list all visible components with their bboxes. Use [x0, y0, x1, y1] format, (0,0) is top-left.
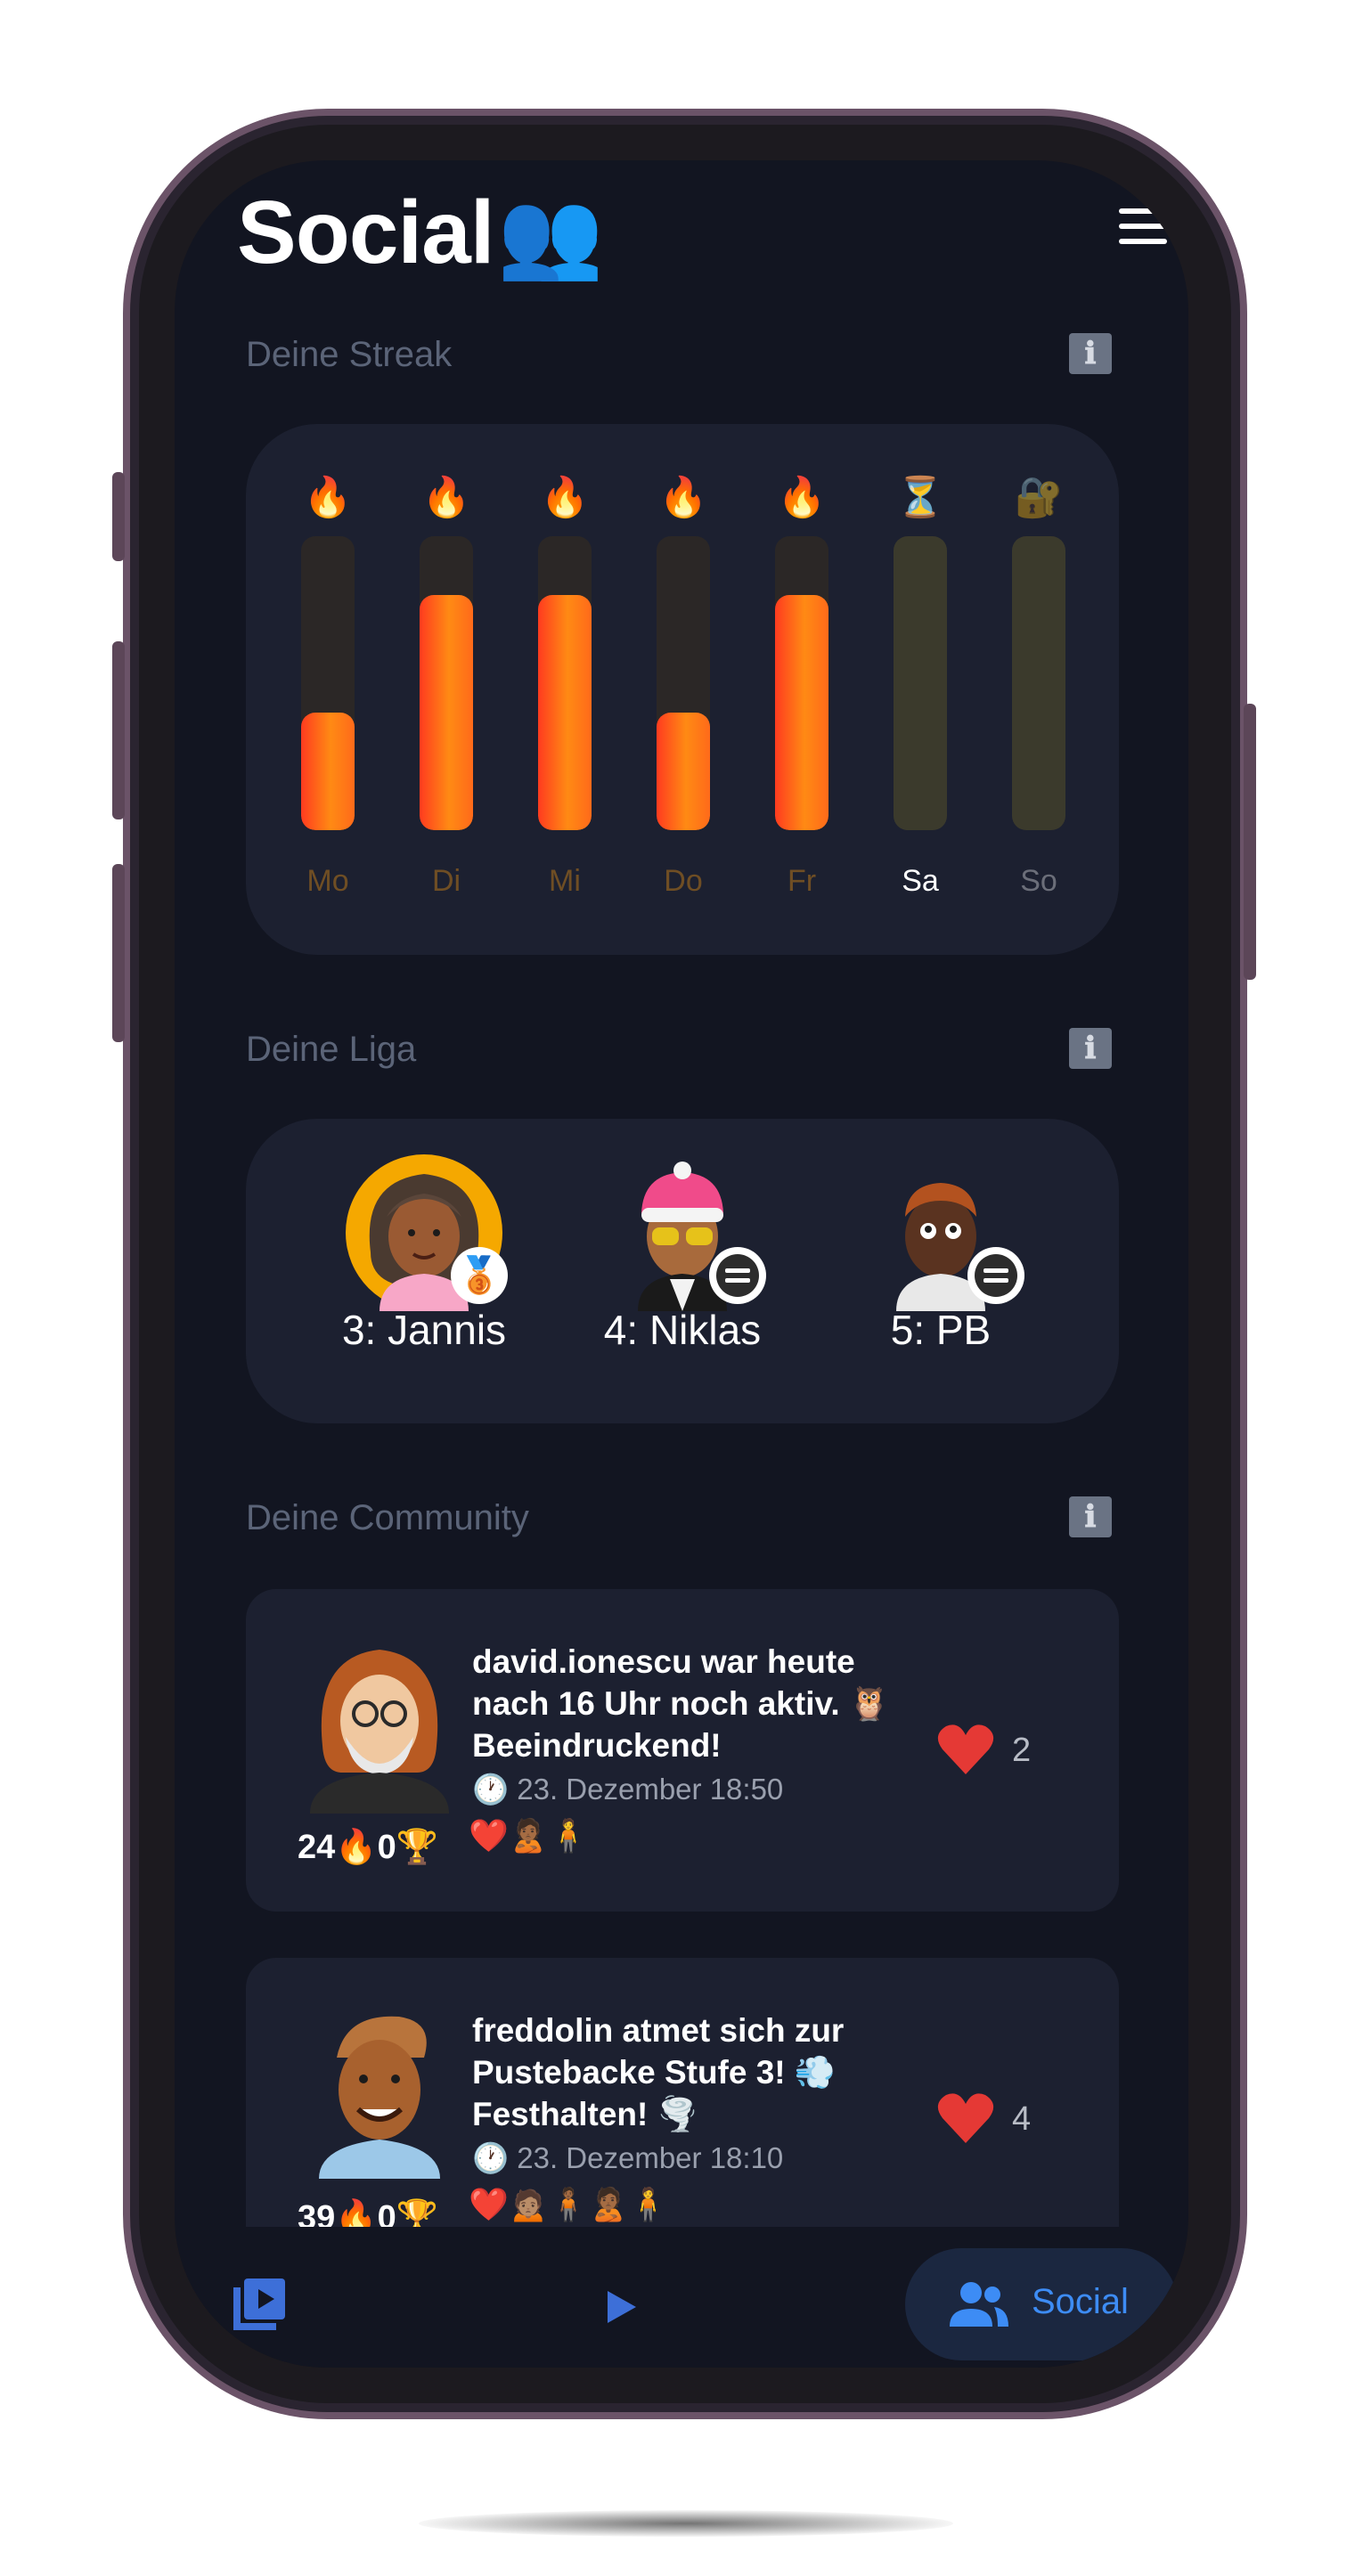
equal-rank-icon: = [967, 1247, 1024, 1304]
league-player-pb[interactable]: = 5: PB [825, 1154, 1057, 1354]
video-library-icon[interactable] [232, 2277, 287, 2332]
streak-bar-fill [538, 595, 592, 830]
player-name: 3: Jannis [341, 1307, 507, 1353]
lock-icon: 🔐 [1014, 476, 1064, 519]
phone-drop-shadow [419, 2510, 953, 2537]
feed-post-text: david.ionescu war heute nach 16 Uhr noch… [472, 1643, 890, 1764]
app-screen: Social 👥 Deine Streak ℹ 🔥 Mo 🔥 Di 🔥 Mi 🔥… [175, 160, 1188, 2368]
like-count: 4 [1012, 2100, 1032, 2138]
feed-post-reactions[interactable]: ❤️🙎🏾🧍 [469, 1817, 588, 1855]
feed-post-text: freddolin atmet sich zur Pustebacke Stuf… [472, 2012, 845, 2132]
avatar-david-icon [310, 1650, 449, 1814]
flame-icon: 🔥 [303, 476, 353, 519]
player-name: 4: Niklas [603, 1307, 762, 1353]
streak-bar-track [420, 536, 473, 830]
bronze-medal-icon: 🥉 [451, 1247, 508, 1304]
league-player-niklas[interactable]: = 4: Niklas [567, 1154, 798, 1354]
heart-like-icon[interactable] [937, 2091, 994, 2145]
feed-post-timestamp: 🕐 23. Dezember 18:10 [472, 2141, 784, 2174]
streak-bar-track [894, 536, 947, 830]
league-player-jannis[interactable]: 🥉 3: Jannis [308, 1154, 540, 1354]
day-label: Fr [787, 864, 817, 898]
league-section-title: Deine Liga [246, 1030, 417, 1069]
streak-card: 🔥 Mo 🔥 Di 🔥 Mi 🔥 Do 🔥 Fr ⏳ Sa 🔐 So [246, 424, 1119, 955]
avatar: = [861, 1154, 1024, 1311]
heart-like-icon[interactable] [937, 1723, 994, 1776]
day-label: Mi [549, 864, 581, 898]
day-label: Mo [306, 864, 349, 898]
streak-bar-fill [775, 595, 828, 830]
avatar-freddolin-icon [319, 2016, 440, 2179]
streak-bar-fill [420, 595, 473, 830]
day-label: Sa [902, 864, 939, 898]
people-icon [950, 2282, 1008, 2327]
league-card: 🥉 3: Jannis 4: Niklas 5: PB [246, 1119, 1119, 1423]
nav-social-label: Social [1032, 2282, 1129, 2321]
streak-bar-track [301, 536, 355, 830]
like-count: 2 [1012, 1732, 1032, 1769]
people-icon: 👥 [497, 187, 604, 282]
flame-icon: 🔥 [777, 476, 827, 519]
phone-side-button-volume-up [112, 641, 125, 819]
equal-rank-icon: = [709, 1247, 766, 1304]
play-icon[interactable] [604, 2287, 640, 2327]
day-label: Do [664, 864, 703, 898]
avatar: = [602, 1154, 766, 1311]
streak-bar-track [538, 536, 592, 830]
bottom-navigation: Social [175, 2227, 1188, 2368]
phone-side-button-mute [112, 472, 125, 561]
flame-icon: 🔥 [540, 476, 590, 519]
flame-icon: 🔥 [658, 476, 708, 519]
avatar: 🥉 [344, 1154, 508, 1311]
streak-info-icon[interactable]: ℹ [1069, 333, 1112, 374]
page-title: Social [237, 183, 495, 282]
community-section-title: Deine Community [246, 1498, 529, 1537]
streak-bar-track [1012, 536, 1065, 830]
day-label: So [1020, 864, 1057, 898]
feed-post-reactions[interactable]: ❤️🙍🏽🧍🏾🙎🏾🧍 [469, 2186, 668, 2223]
community-info-icon[interactable]: ℹ [1069, 1496, 1112, 1537]
flame-icon: 🔥 [421, 476, 471, 519]
streak-section-title: Deine Streak [246, 335, 453, 374]
feed-post-user-stats: 24🔥0🏆 [298, 1829, 439, 1866]
nav-social-tab[interactable]: Social [905, 2248, 1178, 2360]
player-name: 5: PB [890, 1307, 992, 1353]
phone-side-button-volume-down [112, 864, 125, 1042]
hamburger-menu-icon[interactable] [1119, 208, 1167, 244]
feed-post-timestamp: 🕐 23. Dezember 18:50 [472, 1773, 784, 1806]
feed-post: david.ionescu war heute nach 16 Uhr noch… [246, 1589, 1119, 1912]
streak-bar-track [775, 536, 828, 830]
league-info-icon[interactable]: ℹ [1069, 1028, 1112, 1069]
hourglass-icon: ⏳ [895, 476, 945, 519]
streak-bar-fill [657, 713, 710, 830]
streak-bar-fill [301, 713, 355, 830]
phone-side-button-power [1244, 704, 1256, 980]
rank-badge-text: 🥉 [457, 1256, 502, 1295]
day-label: Di [431, 864, 461, 898]
streak-bar-track [657, 536, 710, 830]
